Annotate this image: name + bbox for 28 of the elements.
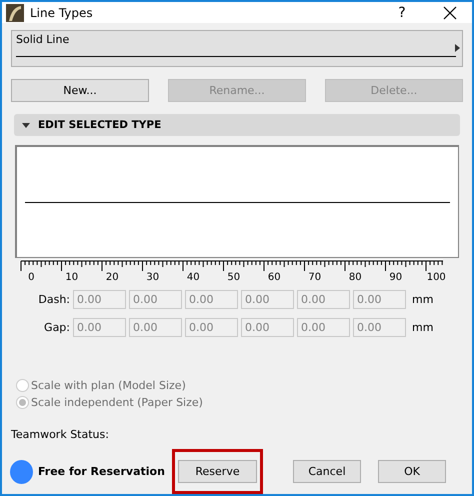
section-header[interactable]: EDIT SELECTED TYPE (14, 114, 460, 136)
help-button[interactable]: ? (390, 4, 414, 20)
teamwork-label: Teamwork Status: (11, 428, 110, 441)
status-text: Free for Reservation (38, 465, 166, 478)
app-icon (6, 4, 24, 22)
ruler-label: 30 (145, 272, 160, 283)
window-title: Line Types (30, 6, 94, 20)
ruler-label: 60 (266, 272, 282, 283)
footer-button[interactable]: OK (378, 460, 446, 483)
action-button[interactable]: New... (11, 79, 149, 102)
ruler-label: 70 (307, 272, 322, 283)
ruler-label: 100 (426, 272, 447, 283)
ruler-label: 90 (388, 272, 404, 283)
footer-button[interactable]: Cancel (293, 460, 361, 483)
arrow-icon (455, 44, 460, 52)
unit-label: mm (412, 293, 434, 306)
unit-label: mm (412, 321, 434, 334)
ruler-label: 20 (104, 272, 120, 283)
ruler-label: 80 (348, 272, 363, 283)
footer-button[interactable]: Reserve (178, 460, 257, 483)
ruler-label: 0 (27, 272, 36, 283)
row-label: Gap: (43, 321, 70, 334)
row-label: Dash: (37, 293, 70, 306)
line-type-selector[interactable]: Solid Line (11, 30, 463, 67)
close-icon[interactable] (442, 4, 458, 20)
ruler-label: 40 (186, 272, 201, 283)
ruler-label: 50 (226, 272, 242, 283)
ruler-label: 10 (64, 272, 80, 283)
